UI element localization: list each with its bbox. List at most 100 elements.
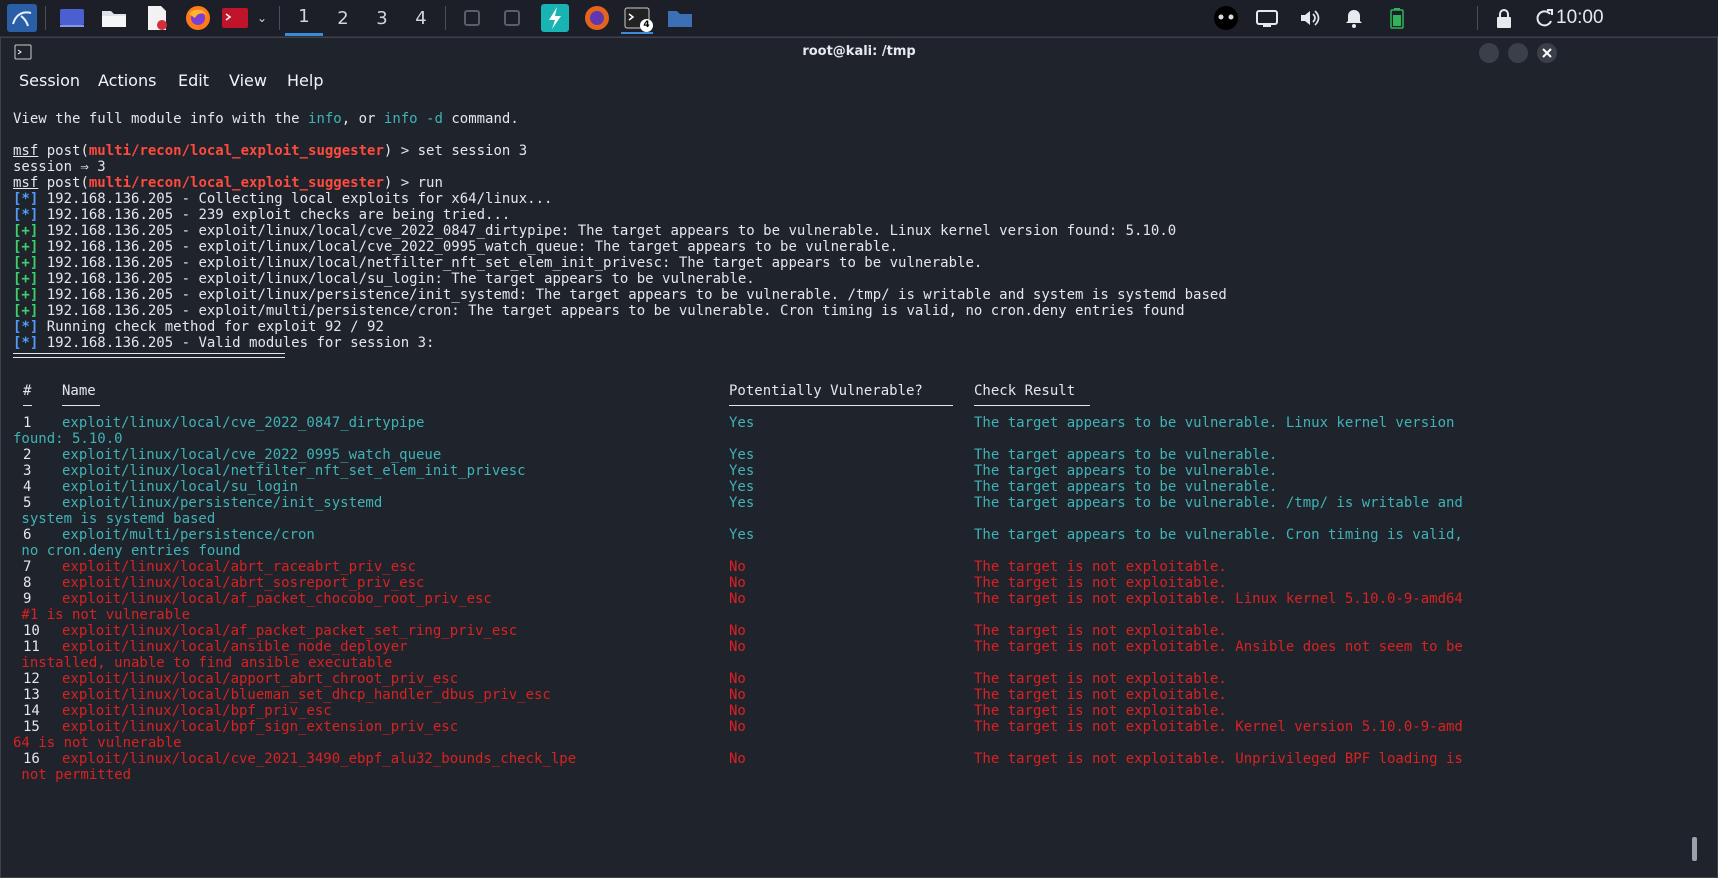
menu-bar: Session Actions Edit View Help [1, 66, 1717, 96]
info-tag: [*] [13, 319, 39, 335]
minimize-button[interactable] [1479, 43, 1499, 63]
window-title: root@kali: /tmp [802, 44, 916, 59]
success-tag: [+] [13, 239, 39, 255]
panel-separator [45, 6, 46, 30]
check-result-continued: not permitted [13, 767, 132, 783]
menu-edit[interactable]: Edit [178, 66, 209, 96]
prompt-line: msf post(multi/recon/local_exploit_sugge… [13, 175, 443, 191]
status-text: 192.168.136.205 - exploit/linux/persiste… [38, 287, 1227, 303]
display-icon[interactable] [1253, 4, 1281, 32]
mask-icon[interactable] [1210, 4, 1242, 32]
file-manager-icon[interactable] [100, 4, 128, 32]
module-name: exploit/linux/local/apport_abrt_chroot_p… [62, 671, 459, 687]
module-name: exploit/linux/local/af_packet_chocobo_ro… [62, 591, 492, 607]
refresh-icon[interactable] [1530, 4, 1558, 32]
show-desktop-icon[interactable] [58, 4, 86, 32]
success-tag: [+] [13, 271, 39, 287]
menu-session[interactable]: Session [19, 66, 80, 96]
vulnerable-value: No [729, 687, 746, 703]
workspace-1[interactable]: 1 [285, 0, 323, 36]
menu-help[interactable]: Help [287, 66, 323, 96]
kali-menu-icon[interactable] [6, 4, 38, 32]
terminal-icon[interactable] [220, 4, 250, 32]
status-line: [*] 192.168.136.205 - Collecting local e… [13, 191, 552, 207]
row-number: 10 [23, 623, 40, 639]
window-icon[interactable] [498, 4, 526, 32]
check-result: The target is not exploitable. [974, 687, 1227, 703]
check-result: The target appears to be vulnerable. [974, 463, 1278, 479]
row-number: 13 [23, 687, 40, 703]
header-underline [23, 405, 32, 406]
row-number: 16 [23, 751, 40, 767]
folder-icon[interactable] [666, 4, 694, 32]
maximize-button[interactable] [1508, 43, 1528, 63]
workspace-3[interactable]: 3 [363, 0, 401, 36]
prompt-line: msf post(multi/recon/local_exploit_sugge… [13, 143, 528, 159]
menu-view[interactable]: View [229, 66, 267, 96]
vulnerable-value: No [729, 575, 746, 591]
scrollbar[interactable] [1692, 837, 1697, 861]
terminal-window: root@kali: /tmp Session Actions Edit Vie… [0, 37, 1718, 878]
title-bar[interactable]: root@kali: /tmp [1, 38, 1717, 66]
session-output: session ⇒ 3 [13, 159, 106, 175]
status-text: Running check method for exploit 92 / 92 [38, 319, 384, 335]
status-line: [+] 192.168.136.205 - exploit/linux/loca… [13, 255, 982, 271]
lightning-icon[interactable] [540, 4, 570, 32]
battery-icon [1384, 4, 1410, 32]
success-tag: [+] [13, 287, 39, 303]
row-number: 6 [23, 527, 32, 543]
module-name: exploit/linux/local/cve_2022_0995_watch_… [62, 447, 442, 463]
module-name: exploit/linux/persistence/init_systemd [62, 495, 383, 511]
row-number: 14 [23, 703, 40, 719]
module-name: exploit/linux/local/af_packet_packet_set… [62, 623, 518, 639]
status-text: 192.168.136.205 - exploit/linux/local/ne… [38, 255, 983, 271]
terminal-icon[interactable]: 4 [621, 4, 653, 34]
module-name: exploit/linux/local/blueman_set_dhcp_han… [62, 687, 551, 703]
status-text: 192.168.136.205 - exploit/linux/local/cv… [38, 223, 1177, 239]
row-number: 9 [23, 591, 32, 607]
row-number: 11 [23, 639, 40, 655]
module-name: exploit/multi/persistence/cron [62, 527, 315, 543]
close-icon [1542, 48, 1552, 58]
vulnerable-value: No [729, 719, 746, 735]
text-editor-icon[interactable] [143, 4, 171, 32]
check-result: The target appears to be vulnerable. [974, 447, 1278, 463]
workspace-4[interactable]: 4 [402, 0, 440, 36]
row-number: 8 [23, 575, 32, 591]
module-name: exploit/linux/local/cve_2022_0847_dirtyp… [62, 415, 425, 431]
success-tag: [+] [13, 223, 39, 239]
col-header-name: Name [62, 383, 96, 399]
menu-actions[interactable]: Actions [98, 66, 156, 96]
module-name: exploit/linux/local/ansible_node_deploye… [62, 639, 408, 655]
workspace-2[interactable]: 2 [324, 0, 362, 36]
window-icon[interactable] [458, 4, 486, 32]
firefox-icon[interactable] [183, 4, 213, 32]
info-tag: [*] [13, 335, 39, 351]
terminal-output[interactable]: View the full module info with the info,… [1, 107, 1701, 877]
status-line: [*] Running check method for exploit 92 … [13, 319, 384, 335]
module-name: exploit/linux/local/netfilter_nft_set_el… [62, 463, 526, 479]
check-result: The target is not exploitable. Unprivile… [974, 751, 1463, 767]
bell-icon[interactable] [1340, 4, 1368, 32]
module-name: exploit/linux/local/abrt_raceabrt_priv_e… [62, 559, 417, 575]
check-result-continued: found: 5.10.0 [13, 431, 123, 447]
panel-separator [1477, 6, 1478, 30]
check-result: The target is not exploitable. Linux ker… [974, 591, 1463, 607]
chevron-down-icon[interactable]: ⌄ [253, 4, 271, 32]
module-name: exploit/linux/local/su_login [62, 479, 299, 495]
check-result: The target appears to be vulnerable. /tm… [974, 495, 1463, 511]
check-result-continued: no cron.deny entries found [13, 543, 241, 559]
check-result-continued: 64 is not vulnerable [13, 735, 182, 751]
check-result: The target is not exploitable. [974, 703, 1227, 719]
header-underline [62, 405, 100, 406]
vulnerable-value: Yes [729, 415, 755, 431]
lock-icon[interactable] [1490, 4, 1518, 32]
volume-icon[interactable] [1296, 4, 1324, 32]
row-number: 7 [23, 559, 32, 575]
clock[interactable]: 10:00 [1556, 0, 1604, 36]
check-result-continued: system is systemd based [13, 511, 216, 527]
status-line: [+] 192.168.136.205 - exploit/linux/pers… [13, 287, 1227, 303]
close-button[interactable] [1537, 43, 1557, 63]
firefox-icon[interactable] [582, 4, 612, 32]
status-line: [*] 192.168.136.205 - 239 exploit checks… [13, 207, 510, 223]
